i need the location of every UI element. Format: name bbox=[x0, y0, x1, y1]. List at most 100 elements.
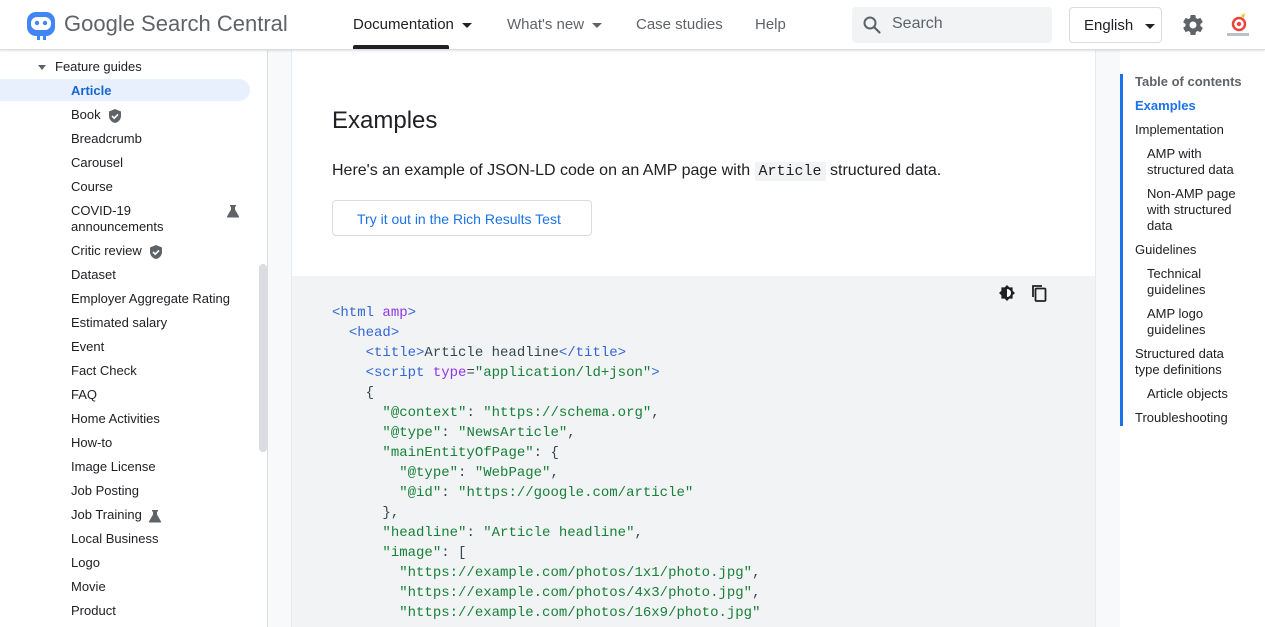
nav-case-studies[interactable]: Case studies bbox=[636, 16, 723, 33]
search-central-logo-icon[interactable] bbox=[24, 9, 58, 41]
nav-documentation-label: Documentation bbox=[353, 16, 454, 33]
intro-text-after: structured data. bbox=[825, 162, 942, 179]
sidebar-item-covid-19[interactable]: COVID-19 announcements bbox=[0, 200, 250, 234]
toc-item-article-objects[interactable]: Article objects bbox=[1147, 386, 1265, 402]
collapse-arrow-icon bbox=[38, 65, 46, 71]
search-box[interactable] bbox=[852, 7, 1052, 43]
code-token: <html bbox=[332, 305, 375, 321]
table-of-contents: Table of contents Examples Implementatio… bbox=[1120, 74, 1265, 426]
copy-icon[interactable] bbox=[1030, 284, 1048, 302]
theme-toggle-icon[interactable] bbox=[998, 284, 1016, 302]
flask-icon bbox=[148, 509, 161, 523]
code-token: "https://schema.org" bbox=[483, 405, 652, 421]
sidebar-item-local-business[interactable]: Local Business bbox=[0, 527, 250, 549]
sidebar-item-movie[interactable]: Movie bbox=[0, 575, 250, 597]
toc-item-technical-guidelines[interactable]: Technical guidelines bbox=[1147, 266, 1227, 298]
sidebar-item-critic-review[interactable]: Critic review bbox=[0, 239, 250, 261]
gear-icon[interactable] bbox=[1181, 13, 1205, 37]
sidebar-item-label: Job Training bbox=[71, 507, 142, 522]
sidebar-item-carousel[interactable]: Carousel bbox=[0, 151, 250, 173]
code-token: "@type" bbox=[382, 425, 442, 441]
toc-item-non-amp-structured-data[interactable]: Non-AMP page with structured data bbox=[1147, 186, 1247, 234]
code-token: <head> bbox=[348, 325, 400, 341]
code-token: "@type" bbox=[399, 465, 459, 481]
toc-item-guidelines[interactable]: Guidelines bbox=[1135, 242, 1260, 258]
nav-whats-new[interactable]: What's new bbox=[507, 16, 603, 33]
code-token: , bbox=[634, 525, 643, 541]
sidebar-item-image-license[interactable]: Image License bbox=[0, 455, 250, 477]
code-token: "mainEntityOfPage" bbox=[382, 445, 534, 461]
sidebar-item-estimated-salary[interactable]: Estimated salary bbox=[0, 311, 250, 333]
section-heading-examples: Examples bbox=[332, 107, 438, 134]
code-token: <script bbox=[365, 365, 425, 381]
sidebar-item-event[interactable]: Event bbox=[0, 335, 250, 357]
nav-help[interactable]: Help bbox=[755, 16, 786, 33]
code-token: "@id" bbox=[399, 485, 442, 501]
sidebar-item-label: Book bbox=[71, 107, 101, 122]
sidebar-item-label: Critic review bbox=[71, 243, 142, 258]
sidebar-item-how-to[interactable]: How-to bbox=[0, 431, 250, 453]
caret-down-icon bbox=[1145, 23, 1156, 29]
code-token: : bbox=[466, 525, 484, 541]
code-token: > bbox=[651, 365, 660, 381]
code-token: { bbox=[365, 385, 375, 401]
code-token: type bbox=[432, 365, 467, 381]
toc-title: Table of contents bbox=[1135, 74, 1242, 89]
account-avatar[interactable] bbox=[1225, 13, 1251, 39]
sidebar-item-product[interactable]: Product bbox=[0, 599, 250, 621]
shield-icon bbox=[149, 244, 162, 259]
nav-section-label: Feature guides bbox=[55, 59, 142, 74]
sidebar-item-job-training[interactable]: Job Training bbox=[0, 503, 250, 525]
site-brand[interactable]: Google Search Central bbox=[64, 11, 288, 37]
toc-item-amp-structured-data[interactable]: AMP with structured data bbox=[1147, 146, 1247, 178]
sidebar-item-course[interactable]: Course bbox=[0, 175, 250, 197]
language-select[interactable]: English bbox=[1069, 7, 1162, 43]
caret-down-icon bbox=[461, 22, 472, 28]
code-token: "@context" bbox=[382, 405, 467, 421]
intro-paragraph: Here's an example of JSON-LD code on an … bbox=[332, 162, 942, 181]
toc-item-structured-data-type-definitions[interactable]: Structured data type definitions bbox=[1135, 346, 1245, 378]
toc-item-troubleshooting[interactable]: Troubleshooting bbox=[1135, 410, 1260, 426]
article-body: Examples Here's an example of JSON-LD co… bbox=[291, 50, 1096, 627]
sidebar-item-fact-check[interactable]: Fact Check bbox=[0, 359, 250, 381]
code-token: "WebPage" bbox=[474, 465, 551, 481]
toc-item-amp-logo-guidelines[interactable]: AMP logo guidelines bbox=[1147, 306, 1227, 338]
code-token: "https://example.com/photos/16x9/photo.j… bbox=[399, 605, 761, 621]
sidebar-item-article[interactable]: Article bbox=[0, 79, 250, 101]
code-token: : bbox=[441, 485, 459, 501]
code-token: : { bbox=[533, 445, 559, 461]
code-token: : bbox=[441, 425, 459, 441]
code-token: , bbox=[752, 565, 761, 581]
code-token: , bbox=[550, 465, 559, 481]
nav-whats-new-label: What's new bbox=[507, 16, 585, 33]
sidebar-item-label: COVID-19 announcements bbox=[71, 203, 164, 234]
search-input[interactable] bbox=[892, 15, 1042, 33]
sidebar-item-logo[interactable]: Logo bbox=[0, 551, 250, 573]
code-token: "https://google.com/article" bbox=[458, 485, 694, 501]
sidebar-scrollbar[interactable] bbox=[259, 264, 267, 452]
left-navigation: Feature guides Article Book Breadcrumb C… bbox=[0, 50, 268, 627]
sidebar-item-employer-aggregate-rating[interactable]: Employer Aggregate Rating bbox=[0, 287, 250, 309]
code-text: <html amp> <head> <title>Article headlin… bbox=[332, 303, 760, 623]
inline-code-article: Article bbox=[754, 162, 826, 181]
code-token: = bbox=[466, 365, 475, 381]
nav-documentation[interactable]: Documentation bbox=[353, 16, 472, 33]
code-token: "NewsArticle" bbox=[458, 425, 568, 441]
nav-active-indicator bbox=[353, 45, 449, 49]
code-token: "Article headline" bbox=[483, 525, 635, 541]
sidebar-item-book[interactable]: Book bbox=[0, 103, 250, 125]
sidebar-item-dataset[interactable]: Dataset bbox=[0, 263, 250, 285]
toc-item-examples[interactable]: Examples bbox=[1135, 98, 1260, 114]
nav-section-feature-guides[interactable]: Feature guides bbox=[38, 59, 142, 74]
rich-results-test-button[interactable]: Try it out in the Rich Results Test bbox=[332, 200, 592, 236]
code-token: "https://example.com/photos/4x3/photo.jp… bbox=[399, 585, 753, 601]
code-token: : [ bbox=[441, 545, 467, 561]
sidebar-item-job-posting[interactable]: Job Posting bbox=[0, 479, 250, 501]
sidebar-item-home-activities[interactable]: Home Activities bbox=[0, 407, 250, 429]
toc-item-implementation[interactable]: Implementation bbox=[1135, 122, 1260, 138]
sidebar-item-breadcrumb[interactable]: Breadcrumb bbox=[0, 127, 250, 149]
code-token: > bbox=[407, 305, 417, 321]
sidebar-item-faq[interactable]: FAQ bbox=[0, 383, 250, 405]
code-token: , bbox=[752, 585, 761, 601]
code-sample: <html amp> <head> <title>Article headlin… bbox=[292, 276, 1095, 627]
